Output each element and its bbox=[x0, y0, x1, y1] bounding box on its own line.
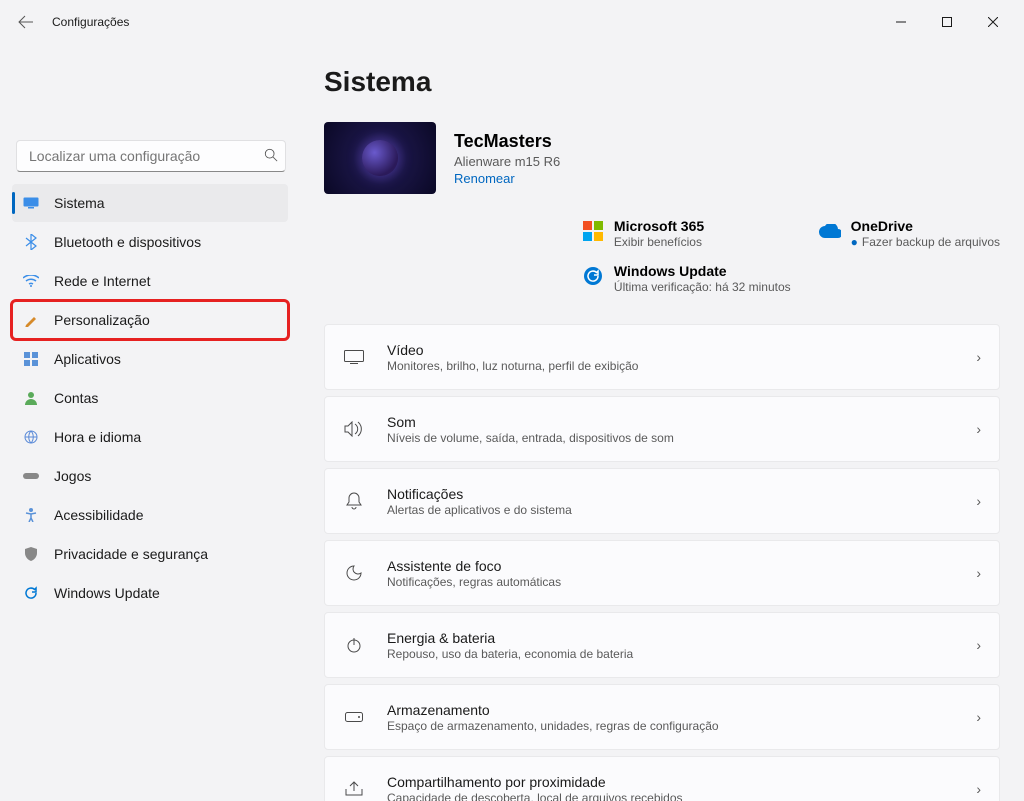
sidebar-item-jogos[interactable]: Jogos bbox=[12, 457, 288, 495]
sidebar-item-label: Rede e Internet bbox=[54, 273, 151, 289]
chevron-right-icon: › bbox=[976, 493, 981, 509]
power-icon bbox=[343, 637, 365, 653]
sidebar-item-contas[interactable]: Contas bbox=[12, 379, 288, 417]
ms365-subtitle: Exibir benefícios bbox=[614, 235, 704, 249]
onedrive-link[interactable]: OneDrive ●Fazer backup de arquivos bbox=[819, 218, 1000, 249]
sidebar-item-label: Jogos bbox=[54, 468, 91, 484]
paint-icon bbox=[22, 311, 40, 329]
onedrive-subtitle: ●Fazer backup de arquivos bbox=[851, 235, 1000, 249]
share-icon bbox=[343, 781, 365, 797]
sidebar-item-label: Personalização bbox=[54, 312, 150, 328]
setting-desc: Espaço de armazenamento, unidades, regra… bbox=[387, 719, 976, 733]
back-button[interactable] bbox=[8, 4, 44, 40]
setting-title: Som bbox=[387, 414, 976, 430]
setting-desc: Notificações, regras automáticas bbox=[387, 575, 976, 589]
person-icon bbox=[22, 389, 40, 407]
globe-icon bbox=[22, 428, 40, 446]
sidebar-item-privacidade[interactable]: Privacidade e segurança bbox=[12, 535, 288, 573]
setting-energia[interactable]: Energia & bateriaRepouso, uso da bateria… bbox=[324, 612, 1000, 678]
setting-som[interactable]: SomNíveis de volume, saída, entrada, dis… bbox=[324, 396, 1000, 462]
setting-title: Vídeo bbox=[387, 342, 976, 358]
chevron-right-icon: › bbox=[976, 637, 981, 653]
close-icon bbox=[988, 17, 998, 27]
setting-title: Assistente de foco bbox=[387, 558, 976, 574]
gamepad-icon bbox=[22, 467, 40, 485]
sidebar-item-label: Windows Update bbox=[54, 585, 160, 601]
setting-title: Armazenamento bbox=[387, 702, 976, 718]
onedrive-title: OneDrive bbox=[851, 218, 1000, 234]
sidebar-item-label: Contas bbox=[54, 390, 98, 406]
wifi-icon bbox=[22, 272, 40, 290]
setting-desc: Repouso, uso da bateria, economia de bat… bbox=[387, 647, 976, 661]
wu-title: Windows Update bbox=[614, 263, 791, 279]
wallpaper-orb-icon bbox=[362, 140, 398, 176]
setting-desc: Alertas de aplicativos e do sistema bbox=[387, 503, 976, 517]
device-name: TecMasters bbox=[454, 131, 560, 152]
sidebar-item-bluetooth[interactable]: Bluetooth e dispositivos bbox=[12, 223, 288, 261]
bell-icon bbox=[343, 492, 365, 510]
setting-armazenamento[interactable]: ArmazenamentoEspaço de armazenamento, un… bbox=[324, 684, 1000, 750]
sidebar-item-label: Acessibilidade bbox=[54, 507, 144, 523]
windows-update-icon bbox=[582, 265, 604, 287]
shield-icon bbox=[22, 545, 40, 563]
setting-title: Energia & bateria bbox=[387, 630, 976, 646]
bluetooth-icon bbox=[22, 233, 40, 251]
sidebar-item-label: Aplicativos bbox=[54, 351, 121, 367]
sidebar-item-rede[interactable]: Rede e Internet bbox=[12, 262, 288, 300]
device-model: Alienware m15 R6 bbox=[454, 154, 560, 169]
sidebar-item-windows-update[interactable]: Windows Update bbox=[12, 574, 288, 612]
ms365-title: Microsoft 365 bbox=[614, 218, 704, 234]
chevron-right-icon: › bbox=[976, 565, 981, 581]
sound-icon bbox=[343, 421, 365, 437]
sidebar-item-label: Privacidade e segurança bbox=[54, 546, 208, 562]
chevron-right-icon: › bbox=[976, 349, 981, 365]
onedrive-icon bbox=[819, 220, 841, 242]
close-button[interactable] bbox=[970, 6, 1016, 38]
sidebar-item-hora[interactable]: Hora e idioma bbox=[12, 418, 288, 456]
search-icon bbox=[264, 148, 278, 162]
wallpaper-preview[interactable] bbox=[324, 122, 436, 194]
back-arrow-icon bbox=[18, 14, 34, 30]
microsoft-365-link[interactable]: Microsoft 365 Exibir benefícios bbox=[582, 218, 791, 249]
storage-icon bbox=[343, 712, 365, 722]
setting-notificacoes[interactable]: NotificaçõesAlertas de aplicativos e do … bbox=[324, 468, 1000, 534]
sidebar-item-aplicativos[interactable]: Aplicativos bbox=[12, 340, 288, 378]
maximize-button[interactable] bbox=[924, 6, 970, 38]
maximize-icon bbox=[942, 17, 952, 27]
system-icon bbox=[22, 194, 40, 212]
setting-desc: Capacidade de descoberta, local de arqui… bbox=[387, 791, 976, 801]
sidebar-item-acessibilidade[interactable]: Acessibilidade bbox=[12, 496, 288, 534]
sidebar-item-label: Bluetooth e dispositivos bbox=[54, 234, 201, 250]
page-title: Sistema bbox=[324, 66, 1000, 98]
setting-desc: Níveis de volume, saída, entrada, dispos… bbox=[387, 431, 976, 445]
setting-desc: Monitores, brilho, luz noturna, perfil d… bbox=[387, 359, 976, 373]
setting-compartilhamento[interactable]: Compartilhamento por proximidadeCapacida… bbox=[324, 756, 1000, 801]
microsoft-logo-icon bbox=[582, 220, 604, 242]
chevron-right-icon: › bbox=[976, 421, 981, 437]
window-title: Configurações bbox=[52, 15, 129, 29]
setting-video[interactable]: VídeoMonitores, brilho, luz noturna, per… bbox=[324, 324, 1000, 390]
wu-subtitle: Última verificação: há 32 minutos bbox=[614, 280, 791, 294]
setting-assistente-foco[interactable]: Assistente de focoNotificações, regras a… bbox=[324, 540, 1000, 606]
sidebar-item-label: Sistema bbox=[54, 195, 105, 211]
setting-title: Notificações bbox=[387, 486, 976, 502]
search-input[interactable] bbox=[16, 140, 286, 172]
sidebar-item-label: Hora e idioma bbox=[54, 429, 141, 445]
minimize-icon bbox=[896, 17, 906, 27]
minimize-button[interactable] bbox=[878, 6, 924, 38]
moon-icon bbox=[343, 565, 365, 581]
rename-link[interactable]: Renomear bbox=[454, 171, 560, 186]
apps-icon bbox=[22, 350, 40, 368]
windows-update-link[interactable]: Windows Update Última verificação: há 32… bbox=[582, 263, 791, 294]
chevron-right-icon: › bbox=[976, 709, 981, 725]
accessibility-icon bbox=[22, 506, 40, 524]
setting-title: Compartilhamento por proximidade bbox=[387, 774, 976, 790]
sidebar-item-sistema[interactable]: Sistema bbox=[12, 184, 288, 222]
update-icon bbox=[22, 584, 40, 602]
display-icon bbox=[343, 350, 365, 364]
chevron-right-icon: › bbox=[976, 781, 981, 797]
sidebar-item-personalizacao[interactable]: Personalização bbox=[12, 301, 288, 339]
